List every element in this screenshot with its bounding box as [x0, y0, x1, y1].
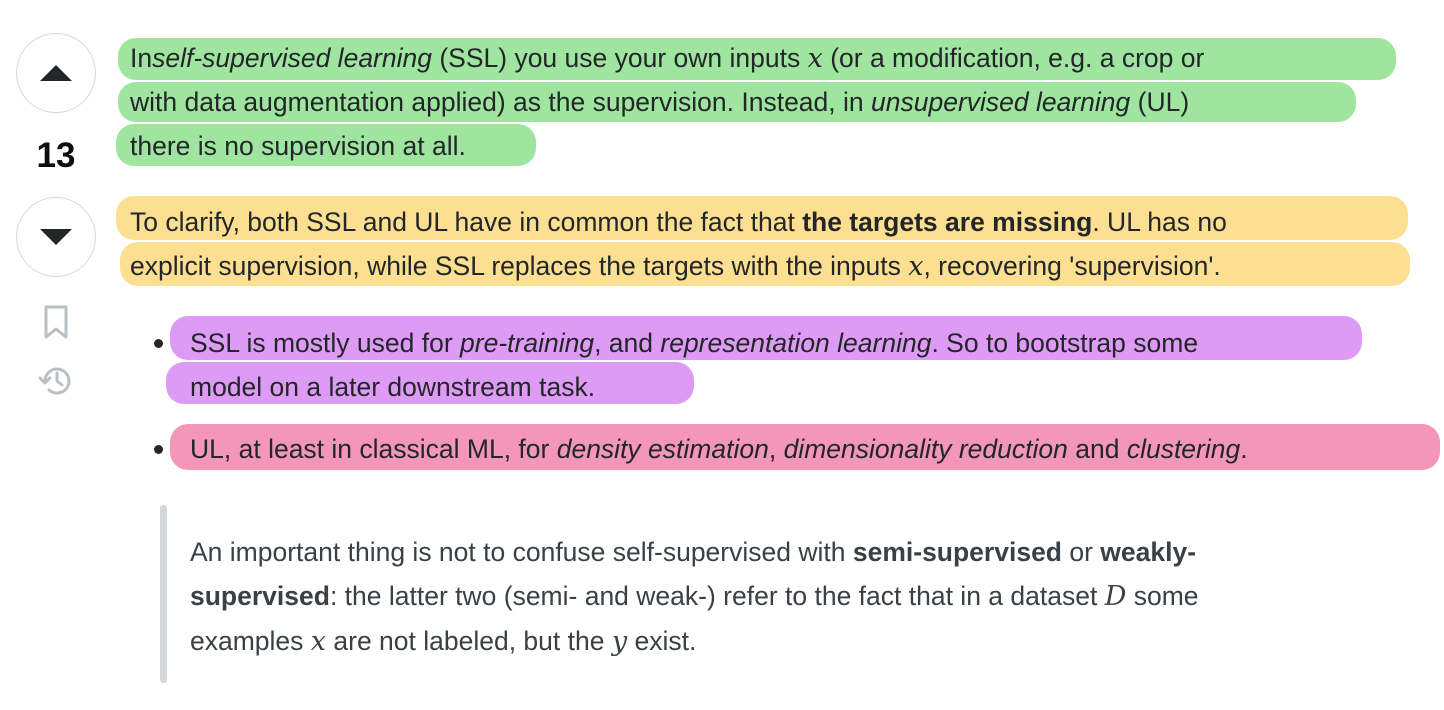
- blockquote-bar: [160, 505, 167, 683]
- upvote-arrow-icon: [40, 65, 72, 81]
- vote-count: 13: [36, 136, 76, 175]
- history-button[interactable]: [38, 362, 76, 405]
- bookmark-button[interactable]: [38, 304, 74, 345]
- text-line: model on a later downstream task.: [190, 372, 596, 402]
- upvote-button[interactable]: [16, 33, 96, 113]
- text-line: UL, at least in classical ML, for densit…: [190, 434, 1248, 464]
- math-D: D: [1104, 581, 1127, 612]
- text-line: with data augmentation applied) as the s…: [130, 87, 1190, 117]
- text-line: examples x are not labeled, but the y ex…: [190, 626, 697, 657]
- text-line: there is no supervision at all.: [130, 131, 466, 161]
- math-x: x: [310, 626, 327, 657]
- text-line: Inself-supervised learning (SSL) you use…: [130, 43, 1205, 74]
- text-line: SSL is mostly used for pre-training, and…: [190, 328, 1199, 358]
- math-y: y: [611, 626, 628, 657]
- math-x: x: [807, 43, 823, 74]
- blockquote: An important thing is not to confuse sel…: [190, 530, 1199, 664]
- history-icon: [38, 367, 71, 395]
- math-x: x: [908, 251, 924, 282]
- bookmark-icon: [44, 305, 68, 339]
- text-line: explicit supervision, while SSL replaces…: [130, 251, 1221, 282]
- downvote-arrow-icon: [40, 229, 72, 245]
- bullet: [154, 339, 163, 348]
- text-line: To clarify, both SSL and UL have in comm…: [130, 207, 1227, 237]
- text-line: supervised: the latter two (semi- and we…: [190, 581, 1199, 612]
- bullet: [154, 445, 163, 454]
- text-line: An important thing is not to confuse sel…: [190, 537, 1197, 567]
- downvote-button[interactable]: [16, 197, 96, 277]
